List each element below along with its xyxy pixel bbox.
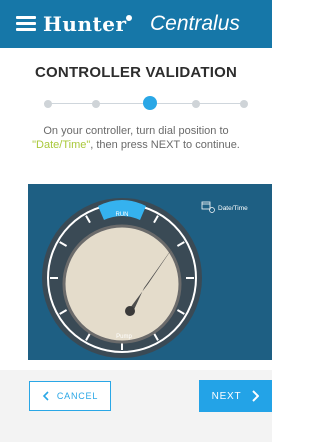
app-header: Hunter Centralus <box>0 0 272 48</box>
brand-logo: Hunter <box>43 12 127 36</box>
brand-mark <box>126 15 132 21</box>
dial-face <box>62 224 182 344</box>
calendar-clock-icon <box>201 201 215 213</box>
cancel-label: CANCEL <box>56 391 99 401</box>
step-dot <box>192 100 200 108</box>
cancel-button[interactable]: CANCEL <box>29 381 111 411</box>
app-name: Centralus <box>150 12 240 35</box>
chevron-right-icon <box>252 390 260 402</box>
page-title: CONTROLLER VALIDATION <box>35 64 237 81</box>
instruction-highlight: "Date/Time" <box>32 139 91 151</box>
dial-pointer-base <box>125 306 135 316</box>
pump-label: Pump <box>116 334 132 340</box>
next-button[interactable]: NEXT <box>199 380 272 412</box>
step-dot-current <box>143 96 157 110</box>
step-dot <box>92 100 100 108</box>
hamburger-menu-icon[interactable] <box>16 16 36 32</box>
instruction-part: , then press NEXT to continue. <box>90 139 240 151</box>
chevron-left-icon <box>42 391 49 401</box>
instruction-text: On your controller, turn dial position t… <box>18 124 254 152</box>
instruction-part: On your controller, turn dial position t… <box>43 125 229 137</box>
step-dot <box>44 100 52 108</box>
step-dot <box>240 100 248 108</box>
controller-dial: RUN Pump Date/Time <box>42 198 248 358</box>
navigation-bar: CANCEL NEXT <box>0 370 272 442</box>
controller-dial-illustration: RUN Pump Date/Time <box>28 184 272 360</box>
next-label: NEXT <box>211 390 242 402</box>
date-time-label: Date/Time <box>218 205 248 212</box>
step-indicator <box>0 96 272 112</box>
run-label: RUN <box>116 212 129 218</box>
